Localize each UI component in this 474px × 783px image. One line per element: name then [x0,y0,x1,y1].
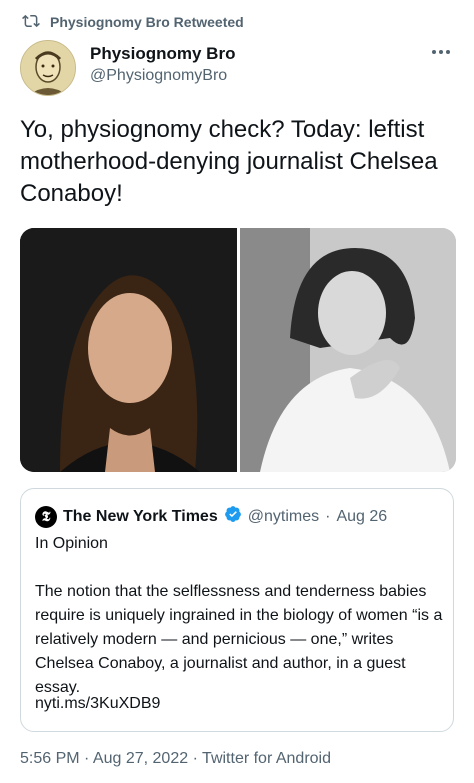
quoted-body-text: The notion that the selflessness and ten… [35,583,443,696]
tweet-text: Yo, physiognomy check? Today: leftist mo… [20,116,438,207]
retweet-indicator[interactable]: Physiognomy Bro Retweeted [22,10,244,34]
verified-badge-icon [224,505,242,528]
quoted-tweet-header: 𝕿 The New York Times @nytimes · Aug 26 [35,505,387,528]
quoted-section-label: In Opinion [35,535,108,552]
retweet-icon [22,12,40,33]
nyt-logo-icon: 𝕿 [35,505,57,528]
quoted-tweet[interactable]: 𝕿 The New York Times @nytimes · Aug 26 I… [20,488,454,732]
tweet-timestamp[interactable]: 5:56 PM · Aug 27, 2022 · Twitter for And… [20,750,331,768]
author-handle[interactable]: @PhysiognomyBro [90,67,227,85]
photo-right[interactable] [239,228,456,472]
quoted-link[interactable]: nyti.ms/3KuXDB9 [35,695,160,713]
author-display-name[interactable]: Physiognomy Bro [90,44,235,64]
photo-left[interactable] [20,228,237,472]
quoted-date: Aug 26 [336,507,388,525]
quoted-author-handle: @nytimes [247,507,320,525]
retweet-label: Physiognomy Bro Retweeted [50,14,244,30]
quoted-author-name: The New York Times [63,507,218,525]
quoted-separator: · [325,507,331,525]
more-icon[interactable] [428,42,454,62]
avatar[interactable] [20,40,76,96]
media-grid [20,228,456,472]
tweet-header: Physiognomy Bro @PhysiognomyBro [20,40,456,96]
